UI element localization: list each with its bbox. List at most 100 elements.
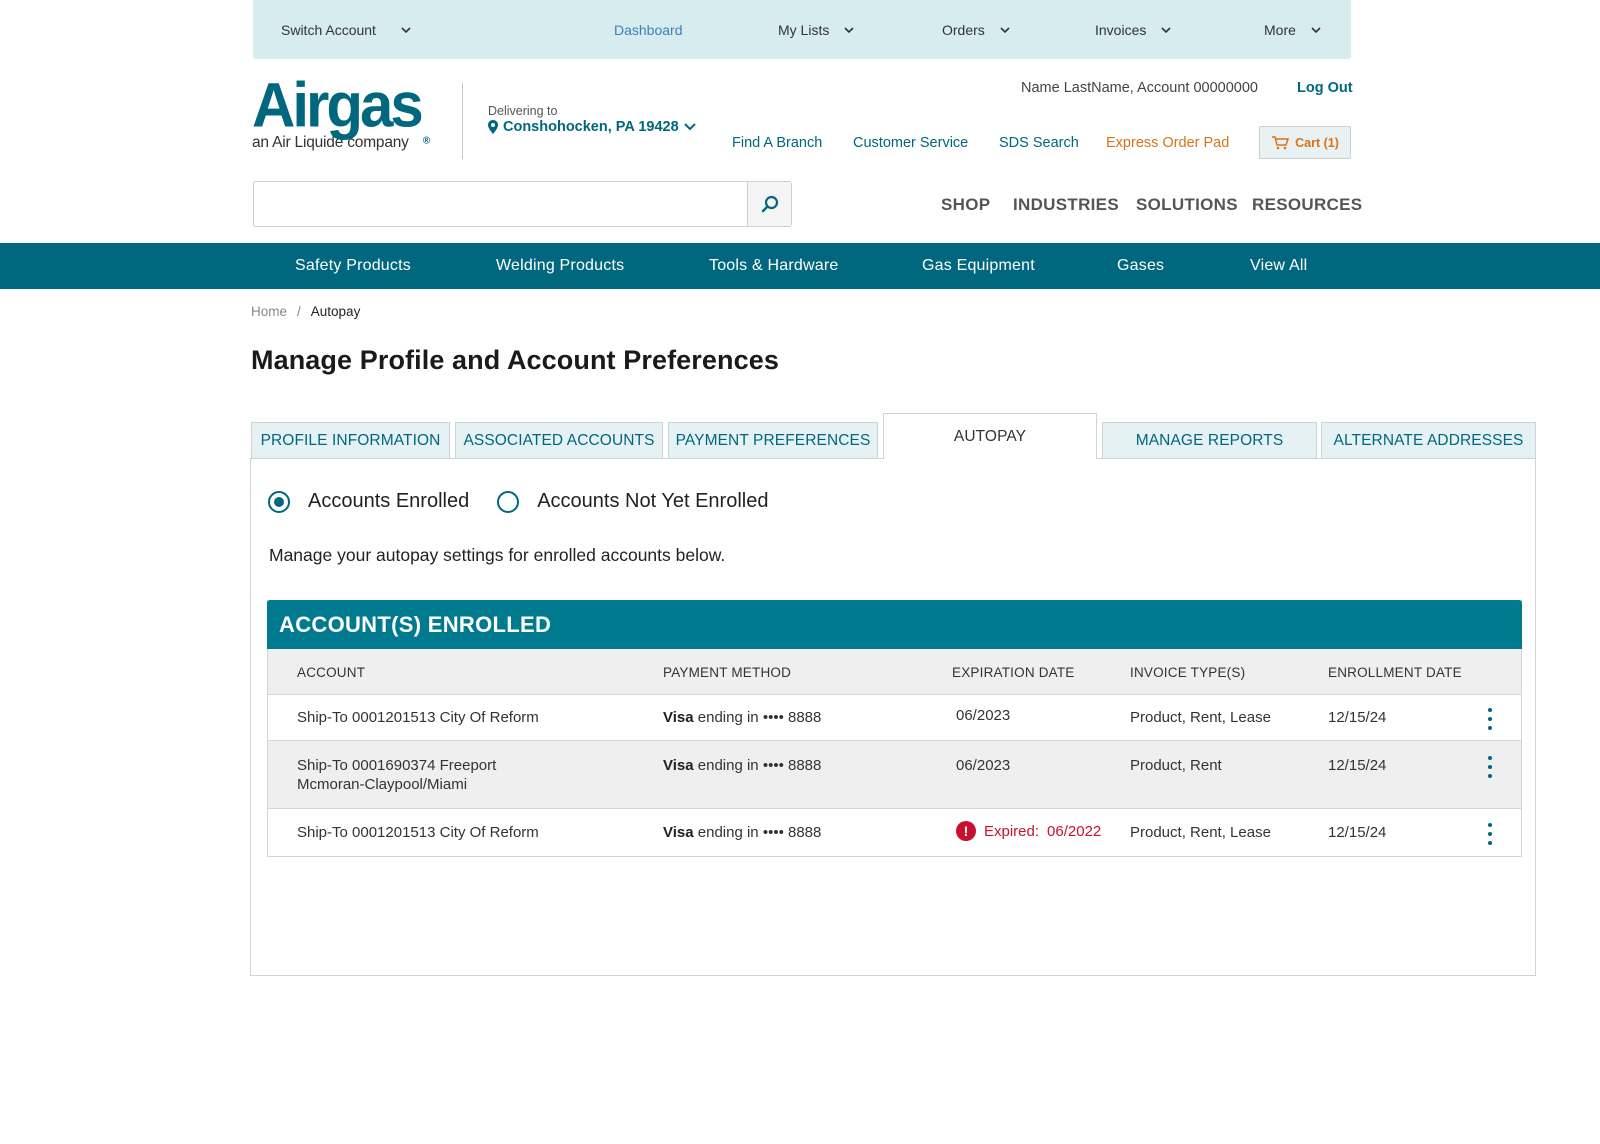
- find-branch-link[interactable]: Find A Branch: [732, 135, 822, 151]
- card-masked-number: ending in •••• 8888: [697, 709, 822, 726]
- chevron-down-icon: [1311, 26, 1321, 33]
- cell-expiration-date: ! Expired: 06/2022: [956, 821, 1101, 841]
- switch-account-dropdown[interactable]: Switch Account: [281, 0, 412, 59]
- category-gases[interactable]: Gases: [1117, 243, 1164, 289]
- chevron-down-icon: [844, 26, 854, 33]
- cart-label: Cart (1): [1295, 135, 1339, 150]
- nav-resources[interactable]: RESOURCES: [1252, 195, 1362, 215]
- chevron-down-icon: [1161, 26, 1171, 33]
- enrolled-accounts-table: ACCOUNT(S) ENROLLED ACCOUNT PAYMENT METH…: [267, 600, 1522, 857]
- cart-button[interactable]: Cart (1): [1259, 126, 1351, 159]
- dashboard-link[interactable]: Dashboard: [614, 0, 683, 59]
- cell-payment-method: Visa ending in •••• 8888: [663, 756, 821, 775]
- dashboard-label: Dashboard: [614, 21, 683, 38]
- header-enrollment-date: ENROLLMENT DATE: [1328, 664, 1462, 680]
- sds-search-link[interactable]: SDS Search: [999, 135, 1079, 151]
- breadcrumb: Home / Autopay: [251, 304, 360, 319]
- expired-date: 06/2022: [1047, 822, 1102, 840]
- header-expiration-date: EXPIRATION DATE: [952, 664, 1075, 680]
- enrollment-filter: Accounts Enrolled Accounts Not Yet Enrol…: [268, 490, 796, 513]
- delivering-to-label: Delivering to: [488, 104, 558, 118]
- table-row: Ship-To 0001690374 Freeport Mcmoran-Clay…: [268, 741, 1521, 809]
- account-line-1: Ship-To 0001690374 Freeport: [297, 757, 497, 774]
- header-divider: [462, 83, 463, 159]
- invoices-label: Invoices: [1095, 21, 1147, 38]
- category-gas-equipment[interactable]: Gas Equipment: [922, 243, 1035, 289]
- customer-service-link[interactable]: Customer Service: [853, 135, 968, 151]
- invoices-dropdown[interactable]: Invoices: [1095, 0, 1172, 59]
- expired-label: Expired:: [984, 822, 1040, 840]
- logout-link[interactable]: Log Out: [1297, 80, 1353, 96]
- category-view-all[interactable]: View All: [1250, 243, 1307, 289]
- category-welding-products[interactable]: Welding Products: [496, 243, 624, 289]
- delivery-location-selector[interactable]: Conshohocken, PA 19428: [488, 119, 696, 135]
- tab-autopay[interactable]: AUTOPAY: [883, 413, 1097, 459]
- radio-accounts-enrolled[interactable]: [268, 490, 290, 513]
- search-bar: [253, 181, 792, 227]
- tab-alternate-addresses[interactable]: ALTERNATE ADDRESSES: [1321, 422, 1536, 459]
- card-masked-number: ending in •••• 8888: [697, 824, 822, 841]
- my-lists-dropdown[interactable]: My Lists: [778, 0, 855, 59]
- account-name: Name LastName, Account 00000000: [1021, 80, 1258, 96]
- search-button[interactable]: [747, 182, 791, 226]
- table-header: ACCOUNT PAYMENT METHOD EXPIRATION DATE I…: [268, 649, 1521, 695]
- nav-shop[interactable]: SHOP: [941, 195, 990, 215]
- header-account: ACCOUNT: [297, 664, 366, 680]
- header-payment-method: PAYMENT METHOD: [663, 664, 792, 680]
- radio-accounts-not-enrolled[interactable]: [497, 490, 520, 513]
- category-bar: Safety Products Welding Products Tools &…: [0, 243, 1600, 289]
- breadcrumb-home[interactable]: Home: [251, 304, 287, 319]
- logo-wordmark: Airgas®: [252, 69, 431, 147]
- card-masked-number: ending in •••• 8888: [697, 757, 822, 774]
- tab-manage-reports[interactable]: MANAGE REPORTS: [1102, 422, 1317, 459]
- category-safety-products[interactable]: Safety Products: [295, 243, 411, 289]
- cart-icon: [1272, 135, 1290, 149]
- alert-icon: !: [956, 821, 976, 841]
- my-lists-label: My Lists: [778, 21, 830, 38]
- page-title: Manage Profile and Account Preferences: [251, 345, 779, 375]
- tab-payment-preferences[interactable]: PAYMENT PREFERENCES: [668, 422, 878, 459]
- cell-expiration-date: 06/2023: [956, 757, 1011, 774]
- cell-enrollment-date: 12/15/24: [1328, 824, 1387, 841]
- accounts-enrolled-label[interactable]: Accounts Enrolled: [308, 490, 469, 513]
- chevron-down-icon: [683, 123, 696, 131]
- cell-payment-method: Visa ending in •••• 8888: [663, 823, 821, 842]
- nav-solutions[interactable]: SOLUTIONS: [1136, 195, 1238, 215]
- row-actions-menu[interactable]: [1480, 754, 1500, 780]
- header-invoice-types: INVOICE TYPE(S): [1130, 664, 1246, 680]
- cell-invoice-types: Product, Rent, Lease: [1130, 709, 1271, 726]
- breadcrumb-current: Autopay: [310, 304, 361, 319]
- accounts-not-enrolled-label[interactable]: Accounts Not Yet Enrolled: [537, 490, 768, 513]
- cell-payment-method: Visa ending in •••• 8888: [663, 708, 821, 727]
- breadcrumb-separator: /: [297, 304, 301, 319]
- cell-account: Ship-To 0001201513 City Of Reform: [297, 824, 539, 841]
- orders-label: Orders: [942, 21, 985, 38]
- cell-enrollment-date: 12/15/24: [1328, 709, 1387, 726]
- nav-industries[interactable]: INDUSTRIES: [1013, 195, 1119, 215]
- category-tools-hardware[interactable]: Tools & Hardware: [709, 243, 838, 289]
- radio-selected-dot: [274, 496, 284, 507]
- utility-bar: Switch Account Dashboard My Lists Orders…: [253, 0, 1351, 59]
- tab-profile-information[interactable]: PROFILE INFORMATION: [251, 422, 450, 459]
- table-row: Ship-To 0001201513 City Of Reform Visa e…: [268, 695, 1521, 741]
- cell-enrollment-date: 12/15/24: [1328, 757, 1387, 774]
- card-brand: Visa: [663, 824, 694, 841]
- orders-dropdown[interactable]: Orders: [942, 0, 1011, 59]
- search-input[interactable]: [254, 182, 748, 226]
- intro-text: Manage your autopay settings for enrolle…: [269, 545, 726, 565]
- account-line-2: Mcmoran-Claypool/Miami: [297, 776, 468, 793]
- card-brand: Visa: [663, 709, 694, 726]
- more-label: More: [1264, 21, 1296, 38]
- tab-associated-accounts[interactable]: ASSOCIATED ACCOUNTS: [455, 422, 663, 459]
- airgas-logo[interactable]: Airgas® an Air Liquide company: [252, 69, 431, 158]
- more-dropdown[interactable]: More: [1264, 0, 1322, 59]
- row-actions-menu[interactable]: [1480, 821, 1500, 847]
- cell-account: Ship-To 0001690374 Freeport Mcmoran-Clay…: [297, 756, 496, 794]
- cell-expiration-date: 06/2023: [956, 707, 1011, 724]
- chevron-down-icon: [1000, 26, 1010, 33]
- cell-account: Ship-To 0001201513 City Of Reform: [297, 709, 539, 726]
- cell-invoice-types: Product, Rent, Lease: [1130, 824, 1271, 841]
- express-order-pad-link[interactable]: Express Order Pad: [1106, 135, 1229, 151]
- row-actions-menu[interactable]: [1480, 706, 1500, 732]
- switch-account-label: Switch Account: [281, 21, 376, 38]
